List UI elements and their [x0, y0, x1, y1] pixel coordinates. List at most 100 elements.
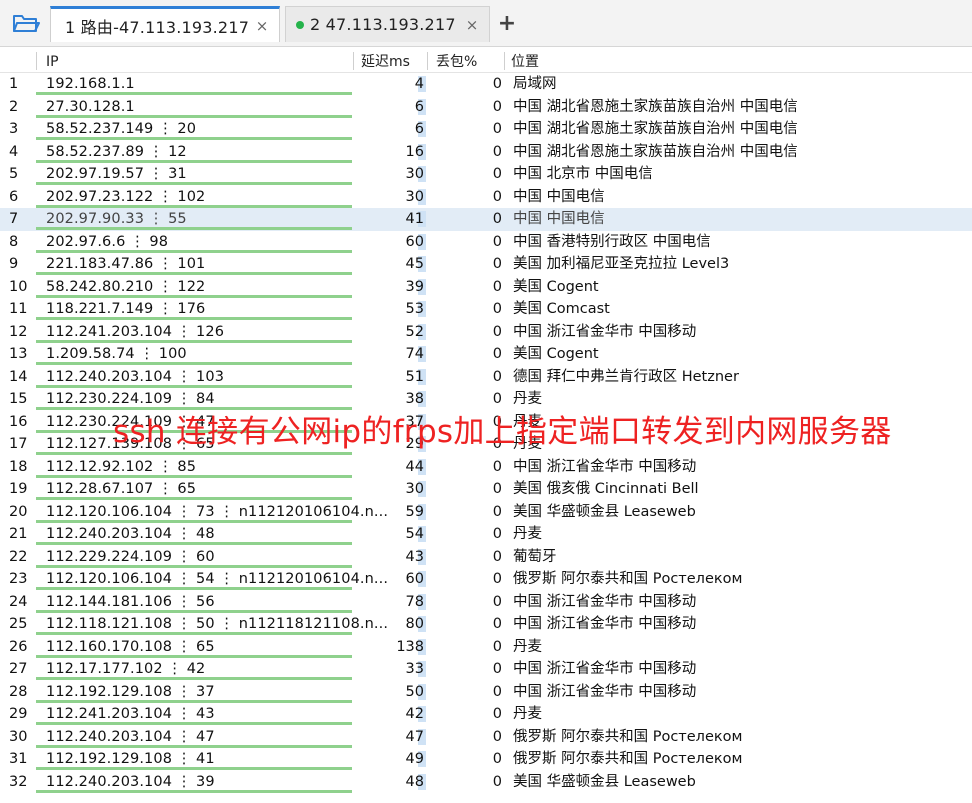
row-number: 32	[9, 773, 28, 790]
location-cell: 中国 湖北省恩施土家族苗族自治州 中国电信	[513, 98, 798, 115]
location-cell: 中国 浙江省金华市 中国移动	[513, 616, 697, 632]
table-row[interactable]: 9 221.183.47.86 ⋮ 101 45 0 美国 加利福尼亚圣克拉拉 Leve…	[0, 253, 972, 276]
table-row[interactable]: 10 58.242.80.210 ⋮ 122 39 0 美国 Cogent	[0, 276, 972, 299]
loss-cell: 0	[492, 76, 502, 92]
tab-host[interactable]: 2 47.113.193.217 ×	[285, 6, 490, 42]
table-row[interactable]: 31 112.192.129.108 ⋮ 41 49 0 俄罗斯 阿尔泰共和国 Рост…	[0, 748, 972, 771]
table-row[interactable]: 18 112.12.92.102 ⋮ 85 44 0 中国 浙江省金华市 中国移动	[0, 456, 972, 479]
latency-cell: 33	[405, 661, 424, 677]
table-row[interactable]: 23 112.120.106.104 ⋮ 54 ⋮ n112120106104.n…	[0, 568, 972, 591]
location-cell: 中国 浙江省金华市 中国移动	[513, 323, 697, 340]
ip-cell: 112.120.106.104 ⋮ 73 ⋮ n112120106104.n..…	[46, 503, 389, 520]
latency-cell: 78	[405, 593, 424, 610]
latency-cell: 16	[405, 143, 424, 160]
table-row[interactable]: 5 202.97.19.57 ⋮ 31 30 0 中国 北京市 中国电信	[0, 163, 972, 186]
table-row[interactable]: 25 112.118.121.108 ⋮ 50 ⋮ n112118121108.n…	[0, 613, 972, 636]
tab-bar: 1 路由-47.113.193.217 × 2 47.113.193.217 ×…	[0, 0, 972, 47]
latency-cell: 44	[405, 458, 424, 475]
ip-cell: 112.240.203.104 ⋮ 39	[46, 773, 215, 790]
row-number: 22	[9, 548, 28, 565]
location-cell: 德国 拜仁中弗兰肯行政区 Hetzner	[513, 368, 739, 385]
loss-cell: 0	[492, 98, 502, 115]
table-row[interactable]: 11 118.221.7.149 ⋮ 176 53 0 美国 Comcast	[0, 298, 972, 321]
table-row[interactable]: 13 1.209.58.74 ⋮ 100 74 0 美国 Cogent	[0, 343, 972, 366]
row-number: 8	[9, 233, 19, 250]
row-number: 14	[9, 368, 28, 385]
loss-cell: 0	[492, 323, 502, 340]
row-number: 7	[9, 211, 19, 227]
table-row[interactable]: 4 58.52.237.89 ⋮ 12 16 0 中国 湖北省恩施土家族苗族自治州 中国…	[0, 141, 972, 164]
folder-icon	[13, 15, 40, 32]
table-row[interactable]: 32 112.240.203.104 ⋮ 39 48 0 美国 华盛顿金县 Leasew…	[0, 771, 972, 794]
column-divider[interactable]	[36, 52, 37, 70]
table-row[interactable]: 26 112.160.170.108 ⋮ 65 138 0 丹麦	[0, 636, 972, 659]
column-header-ip[interactable]: IP	[46, 52, 59, 72]
column-divider[interactable]	[427, 52, 428, 70]
loss-cell: 0	[492, 211, 502, 227]
open-folder-button[interactable]	[6, 6, 46, 40]
loss-cell: 0	[492, 188, 502, 205]
close-icon[interactable]: ×	[251, 17, 273, 35]
loss-cell: 0	[492, 458, 502, 475]
loss-cell: 0	[492, 593, 502, 610]
loss-cell: 0	[492, 368, 502, 385]
status-dot-icon	[296, 20, 304, 29]
table-header: IP 延迟ms 丢包% 位置	[0, 50, 972, 73]
location-cell: 美国 Cogent	[513, 346, 599, 362]
latency-cell: 50	[405, 683, 424, 700]
loss-cell: 0	[492, 143, 502, 160]
row-number: 16	[9, 413, 28, 430]
loss-cell: 0	[492, 638, 502, 655]
latency-cell: 45	[405, 256, 424, 272]
table-row[interactable]: 1 192.168.1.1 4 0 局域网	[0, 73, 972, 96]
ip-cell: 112.28.67.107 ⋮ 65	[46, 481, 197, 497]
loss-cell: 0	[492, 571, 502, 587]
table-row[interactable]: 8 202.97.6.6 ⋮ 98 60 0 中国 香港特别行政区 中国电信	[0, 231, 972, 254]
close-icon[interactable]: ×	[461, 16, 483, 34]
table-row[interactable]: 3 58.52.237.149 ⋮ 20 6 0 中国 湖北省恩施土家族苗族自治州 中国…	[0, 118, 972, 141]
table-row[interactable]: 24 112.144.181.106 ⋮ 56 78 0 中国 浙江省金华市 中国移动	[0, 591, 972, 614]
location-cell: 美国 华盛顿金县 Leaseweb	[513, 503, 696, 520]
column-header-location[interactable]: 位置	[511, 52, 539, 72]
table-row[interactable]: 14 112.240.203.104 ⋮ 103 51 0 德国 拜仁中弗兰肯行政区 H…	[0, 366, 972, 389]
table-row[interactable]: 28 112.192.129.108 ⋮ 37 50 0 中国 浙江省金华市 中国移动	[0, 681, 972, 704]
latency-cell: 54	[405, 526, 424, 542]
location-cell: 中国 中国电信	[513, 211, 605, 227]
row-number: 12	[9, 323, 28, 340]
column-divider[interactable]	[353, 52, 354, 70]
location-cell: 中国 湖北省恩施土家族苗族自治州 中国电信	[513, 143, 798, 160]
column-header-latency[interactable]: 延迟ms	[361, 52, 410, 72]
row-number: 5	[9, 166, 19, 182]
table-row[interactable]: 12 112.241.203.104 ⋮ 126 52 0 中国 浙江省金华市 中国移动	[0, 321, 972, 344]
row-number: 6	[9, 188, 19, 205]
table-row[interactable]: 6 202.97.23.122 ⋮ 102 30 0 中国 中国电信	[0, 186, 972, 209]
new-tab-button[interactable]: +	[494, 10, 520, 38]
column-divider[interactable]	[504, 52, 505, 70]
latency-cell: 138	[396, 638, 424, 655]
latency-cell: 42	[405, 706, 424, 722]
table-row[interactable]: 19 112.28.67.107 ⋮ 65 30 0 美国 俄亥俄 Cincinnati…	[0, 478, 972, 501]
table-row[interactable]: 29 112.241.203.104 ⋮ 43 42 0 丹麦	[0, 703, 972, 726]
ip-cell: 112.241.203.104 ⋮ 126	[46, 323, 225, 340]
table-row[interactable]: 22 112.229.224.109 ⋮ 60 43 0 葡萄牙	[0, 546, 972, 569]
latency-cell: 60	[405, 571, 424, 587]
table-row[interactable]: 27 112.17.177.102 ⋮ 42 33 0 中国 浙江省金华市 中国移动	[0, 658, 972, 681]
loss-cell: 0	[492, 121, 502, 137]
location-cell: 俄罗斯 阿尔泰共和国 Ростелеком	[513, 571, 743, 587]
table-row[interactable]: 21 112.240.203.104 ⋮ 48 54 0 丹麦	[0, 523, 972, 546]
table-row[interactable]: 2 27.30.128.1 6 0 中国 湖北省恩施土家族苗族自治州 中国电信	[0, 96, 972, 119]
column-header-loss[interactable]: 丢包%	[436, 52, 477, 72]
row-number: 23	[9, 571, 28, 587]
table-row[interactable]: 7 202.97.90.33 ⋮ 55 41 0 中国 中国电信	[0, 208, 972, 231]
latency-cell: 30	[405, 166, 424, 182]
row-number: 3	[9, 121, 19, 137]
tab-route[interactable]: 1 路由-47.113.193.217 ×	[50, 6, 280, 42]
location-cell: 美国 Cogent	[513, 278, 599, 295]
latency-cell: 39	[405, 278, 424, 295]
table-row[interactable]: 30 112.240.203.104 ⋮ 47 47 0 俄罗斯 阿尔泰共和国 Рост…	[0, 726, 972, 749]
row-number: 18	[9, 458, 28, 475]
table-row[interactable]: 20 112.120.106.104 ⋮ 73 ⋮ n112120106104.n…	[0, 501, 972, 524]
location-cell: 美国 加利福尼亚圣克拉拉 Level3	[513, 256, 730, 272]
ip-cell: 1.209.58.74 ⋮ 100	[46, 346, 187, 362]
loss-cell: 0	[492, 683, 502, 700]
